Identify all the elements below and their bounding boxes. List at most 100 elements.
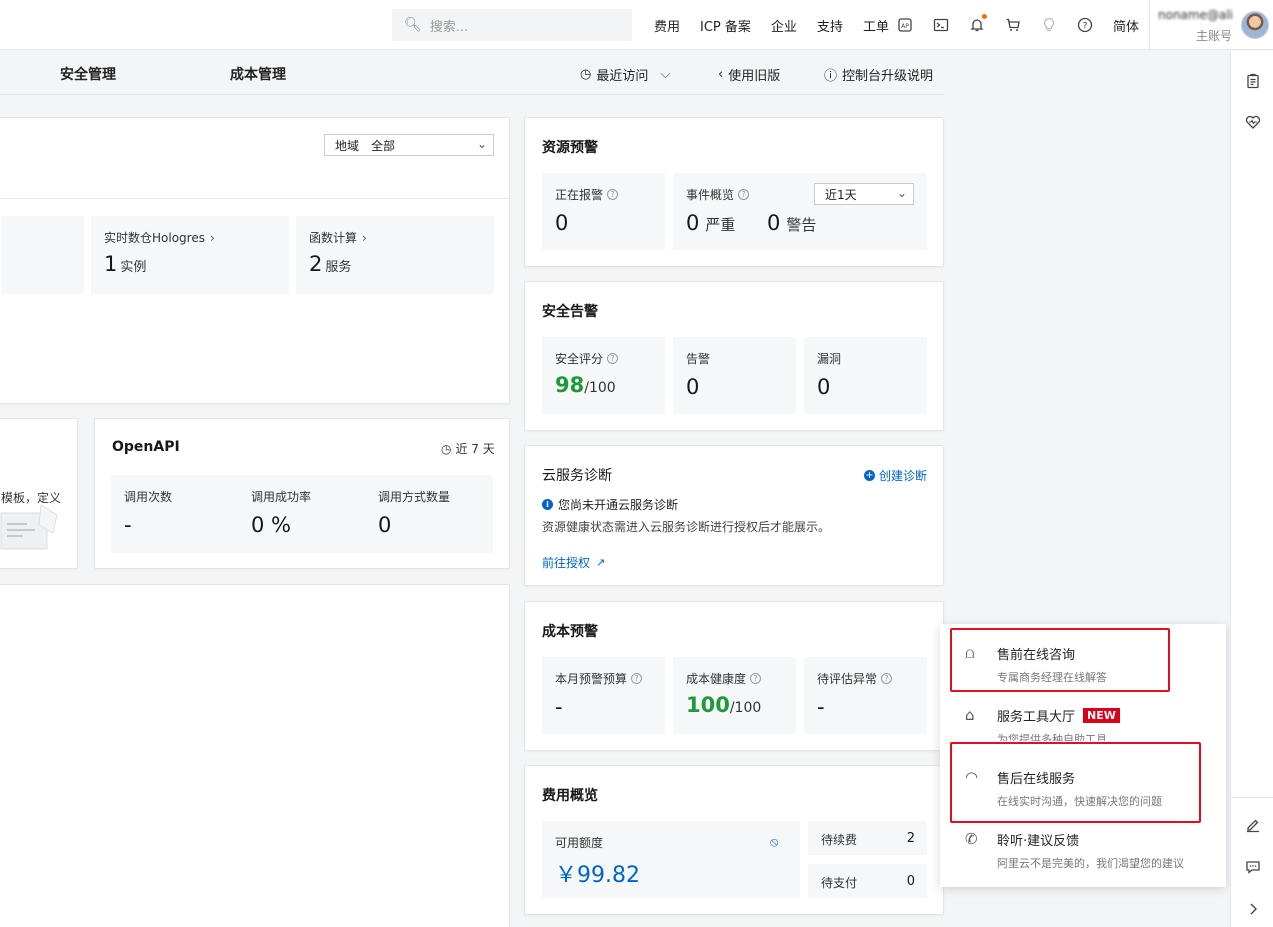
chevron-right-icon[interactable] bbox=[1243, 899, 1263, 919]
template-card: 模板，定义 bbox=[0, 418, 78, 569]
nav-billing-link[interactable]: 费用 bbox=[654, 16, 680, 35]
search-input[interactable]: 🔍︎ 搜索... bbox=[392, 9, 632, 41]
resource-overview-card: 地域 全部 ⌄ 实时数仓Hologres › 1 实例 函数计算 › 2 服务 bbox=[0, 117, 511, 404]
home-icon: ⌂ bbox=[965, 706, 975, 724]
openapi-stats: 调用次数 - 调用成功率 0 % 调用方式数量 0 bbox=[111, 475, 493, 553]
events-period-select[interactable]: 近1天 ⌄ bbox=[814, 183, 914, 205]
cost-health-label: 成本健康度? bbox=[686, 670, 762, 687]
alarming-label: 正在报警? bbox=[555, 186, 619, 203]
billing-title: 费用概览 bbox=[542, 788, 598, 804]
resource-tile-label: 函数计算 › bbox=[309, 230, 367, 246]
svg-text:AP: AP bbox=[901, 23, 909, 30]
old-version-button[interactable]: ‹ 使用旧版 bbox=[718, 65, 780, 84]
new-badge: NEW bbox=[1083, 708, 1120, 723]
highlight-box-aftersales bbox=[950, 742, 1201, 823]
help-icon: ? bbox=[881, 673, 893, 684]
edit-icon[interactable] bbox=[1243, 815, 1263, 835]
anomaly-tile[interactable]: 待评估异常? - bbox=[804, 657, 927, 734]
create-diagnosis-button[interactable]: + 创建诊断 bbox=[864, 467, 927, 484]
eye-off-icon[interactable]: ⦸ bbox=[770, 835, 778, 850]
bulb-icon[interactable] bbox=[1040, 16, 1058, 34]
svg-text:?: ? bbox=[1083, 22, 1088, 32]
top-nav-icons: AP ? bbox=[896, 0, 1112, 50]
warning-count: 0 警告 bbox=[767, 211, 817, 235]
highlight-box-presales bbox=[950, 628, 1170, 692]
help-icon: ? bbox=[631, 673, 643, 684]
bottom-left-card bbox=[0, 584, 510, 927]
tab-cost-management[interactable]: 成本管理 bbox=[230, 64, 286, 84]
authorize-link[interactable]: 前往授权 ↗ bbox=[542, 554, 605, 571]
pending-payment-tile[interactable]: 待支付 0 bbox=[808, 864, 927, 898]
chevron-down-icon: ⌄ bbox=[896, 186, 907, 200]
security-alert-title: 安全告警 bbox=[542, 304, 598, 320]
plus-icon: + bbox=[864, 470, 875, 481]
budget-label: 本月预警预算? bbox=[555, 670, 643, 687]
pending-renewal-label: 待续费 bbox=[821, 833, 858, 847]
chevron-down-icon: ⌵ bbox=[660, 67, 671, 82]
resource-tile-value: 2 服务 bbox=[309, 252, 352, 276]
upgrade-notes-button[interactable]: ⓘ 控制台升级说明 bbox=[824, 65, 933, 84]
resource-tile-function-compute[interactable]: 函数计算 › 2 服务 bbox=[296, 216, 494, 294]
nav-support-link[interactable]: 支持 bbox=[817, 16, 843, 35]
cost-health-tile[interactable]: 成本健康度? 100/100 bbox=[673, 657, 796, 734]
pending-renewal-tile[interactable]: 待续费 2 bbox=[808, 821, 927, 855]
nav-enterprise-link[interactable]: 企业 bbox=[771, 16, 797, 35]
health-heart-icon[interactable] bbox=[1243, 112, 1263, 132]
region-select[interactable]: 地域 全部 ⌄ bbox=[324, 134, 494, 156]
resource-tile-hologres[interactable]: 实时数仓Hologres › 1 实例 bbox=[91, 216, 289, 294]
language-switch[interactable]: 简体 bbox=[1113, 16, 1139, 35]
openapi-stat-value: - bbox=[124, 513, 132, 537]
openapi-period[interactable]: ◷ 近 7 天 bbox=[441, 440, 495, 457]
tab-security-management[interactable]: 安全管理 bbox=[60, 64, 116, 84]
account-name[interactable]: noname@aliyun bbox=[1158, 8, 1232, 22]
vulnerabilities-label: 漏洞 bbox=[817, 352, 842, 366]
cart-icon[interactable] bbox=[1004, 16, 1022, 34]
resource-tile[interactable] bbox=[1, 216, 84, 294]
chevron-left-icon: ‹ bbox=[718, 67, 724, 82]
bell-icon[interactable] bbox=[968, 14, 987, 34]
security-score-value: 98/100 bbox=[555, 373, 616, 397]
help-icon: ? bbox=[607, 189, 619, 200]
anomaly-value: - bbox=[817, 695, 825, 719]
resource-alert-title: 资源预警 bbox=[542, 140, 598, 156]
search-icon: 🔍︎ bbox=[404, 17, 422, 33]
openapi-card: OpenAPI ◷ 近 7 天 调用次数 - 调用成功率 0 % 调用方式数量 … bbox=[94, 418, 510, 569]
nav-ticket-link[interactable]: 工单 bbox=[863, 16, 889, 35]
cost-alert-card: 成本预警 本月预警预算? - 成本健康度? 100/100 待评估异常? - bbox=[524, 601, 944, 751]
top-nav-links: 费用 ICP 备案 企业 支持 工单 bbox=[654, 0, 909, 50]
info-icon: ⓘ bbox=[824, 69, 838, 84]
alarming-tile[interactable]: 正在报警? 0 bbox=[542, 173, 665, 250]
diagnosis-description: 资源健康状态需进入云服务诊断进行授权后才能展示。 bbox=[542, 520, 831, 534]
balance-tile[interactable]: 可用额度 ⦸ ￥99.82 bbox=[542, 821, 800, 898]
help-icon: ? bbox=[607, 353, 619, 364]
help-icon[interactable]: ? bbox=[1076, 16, 1094, 34]
clipboard-icon[interactable] bbox=[1243, 71, 1263, 91]
upgrade-notes-label: 控制台升级说明 bbox=[842, 69, 934, 84]
rail-divider bbox=[1231, 797, 1273, 798]
region-label: 地域 bbox=[335, 138, 360, 153]
avatar[interactable] bbox=[1241, 11, 1269, 39]
api-icon[interactable]: AP bbox=[896, 16, 914, 34]
security-alerts-tile[interactable]: 告警 0 bbox=[673, 337, 796, 414]
service-tools-item[interactable]: ⌂ 服务工具大厅 NEW 为您提供多种自助工具 bbox=[940, 686, 1226, 748]
resource-tile-value: 1 实例 bbox=[104, 252, 147, 276]
terminal-icon[interactable] bbox=[932, 16, 950, 34]
vulnerabilities-tile[interactable]: 漏洞 0 bbox=[804, 337, 927, 414]
security-score-tile[interactable]: 安全评分? 98/100 bbox=[542, 337, 665, 414]
openapi-stat-label: 调用成功率 bbox=[251, 490, 312, 504]
pending-payment-label: 待支付 bbox=[821, 876, 858, 890]
events-label: 事件概览? bbox=[686, 186, 750, 203]
chat-icon[interactable] bbox=[1243, 857, 1263, 877]
recent-visits-button[interactable]: ◷ 最近访问 ⌵ bbox=[580, 65, 670, 84]
balance-label: 可用额度 bbox=[555, 836, 604, 850]
nav-icp-link[interactable]: ICP 备案 bbox=[700, 16, 751, 35]
budget-tile[interactable]: 本月预警预算? - bbox=[542, 657, 665, 734]
chevron-right-icon: › bbox=[209, 230, 215, 245]
help-icon: ? bbox=[750, 673, 762, 684]
chevron-right-icon: › bbox=[362, 230, 367, 245]
diagnosis-title: 云服务诊断 bbox=[542, 468, 612, 484]
security-alerts-value: 0 bbox=[686, 375, 700, 399]
search-placeholder: 搜索... bbox=[429, 19, 469, 35]
cloud-diagnosis-card: 云服务诊断 + 创建诊断 i 您尚未开通云服务诊断 资源健康状态需进入云服务诊断… bbox=[524, 445, 944, 586]
events-tile[interactable]: 事件概览? 近1天 ⌄ 0 严重 0 警告 bbox=[673, 173, 927, 250]
